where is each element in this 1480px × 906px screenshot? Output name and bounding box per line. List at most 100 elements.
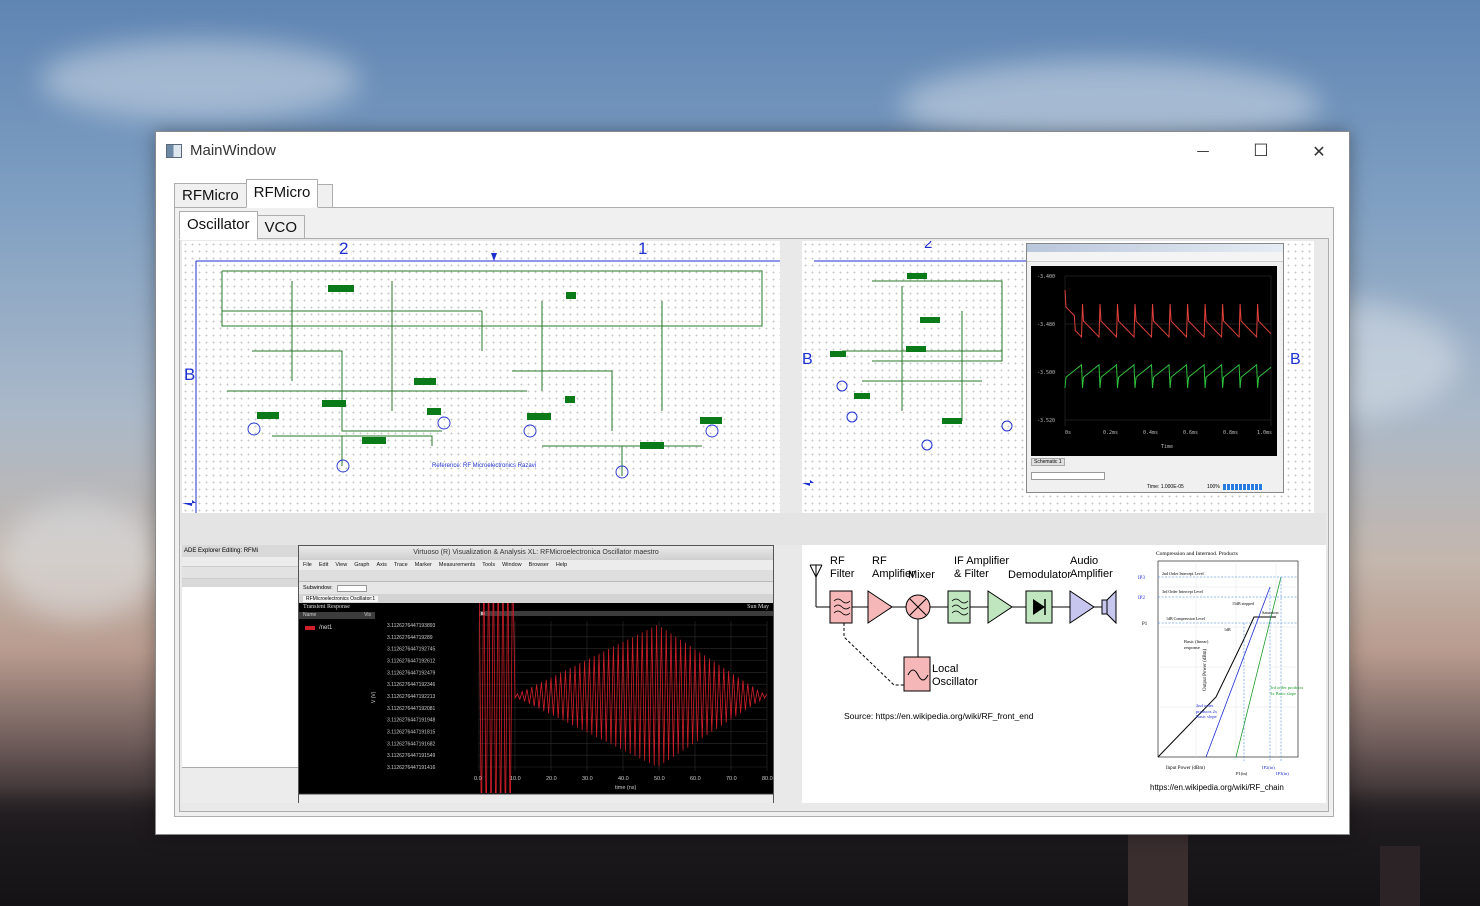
antenna-icon [809,564,830,608]
scope-xlabel: Time [1161,444,1173,450]
menu-trace[interactable]: Trace [394,562,408,568]
label-saturation: Saturation [1262,610,1278,615]
schematic-drawing-left [182,253,780,513]
scope-green-trace [1064,363,1272,389]
menu-tools[interactable]: Tools [482,562,495,568]
title-bar[interactable]: MainWindow — ☐ ✕ [156,132,1349,170]
virtuoso-plot-area: Transient Response Sun May Name Vis /net… [299,603,773,793]
tick-p1-in: P1(in) [1236,771,1248,776]
virtuoso-file-tabs: RFMicroelectronics Oscillator:1 [299,594,773,603]
menu-marker[interactable]: Marker [415,562,432,568]
tab-oscillator[interactable]: Oscillator [179,211,258,240]
virtuoso-waveform: 3.1126276447193893 3.112627644719289 3.112… [371,603,773,793]
y-tick-label: 3.1126276447191549 [387,753,436,759]
menu-graph[interactable]: Graph [354,562,369,568]
schematic-panel-right: 2 B B -3.400 -3.480 -3.500 -3.520 0s 0.2… [802,241,1314,513]
compression-source: https://en.wikipedia.org/wiki/RF_chain [1150,783,1284,792]
schematic-reference: Reference: RF Microelectronics Razavi [432,463,537,469]
y-tick-label: 3.1126276447192346 [387,682,436,688]
tick-ip3-in: IP3(in) [1276,771,1289,776]
scope-titlebar[interactable] [1027,244,1283,252]
scope-ytick: -3.400 [1037,274,1055,280]
scope-menubar[interactable] [1027,252,1283,262]
rf-label-mixer: Mixer [908,569,935,581]
menu-measurements[interactable]: Measurements [439,562,475,568]
virtuoso-panel: ADE Explorer Editing: RFMi Virtuoso (R) … [182,545,774,803]
app-icon [166,144,182,158]
compression-graph: IP3 IP2 P1 2nd Order Intercept Level 3rd… [1138,560,1299,776]
tab-vco[interactable]: VCO [256,215,306,240]
y-tick-label: 3.1126276447192479 [387,670,436,676]
y-tick-label: 3.1126276447192612 [387,659,436,665]
inner-tab-pane: 2 1 B Reference: RF Microelectronics Raz… [179,238,1329,812]
maximize-button[interactable]: ☐ [1232,132,1290,170]
scope-sheet-tab[interactable]: Schematic 1 [1031,458,1065,466]
menu-help[interactable]: Help [556,562,567,568]
tick-ip2: IP2 [1138,596,1145,601]
y-tick-label: 3.1126276447193893 [387,623,436,629]
virtuoso-title: Virtuoso (R) Visualization & Analysis XL… [299,546,773,560]
rf-label-demod: Demodulator [1008,569,1071,581]
y-tick-label: 3.1126276447191416 [387,765,436,771]
if-amplifier-filter-block [947,590,971,624]
scope-ytick: -3.520 [1037,418,1055,424]
x-tick-label: 50.0 [654,776,665,782]
scope-xtick: 0.6ms [1183,430,1198,436]
scope-ytick: -3.500 [1037,370,1055,376]
ade-details-header [182,579,299,587]
menu-view[interactable]: View [335,562,347,568]
scope-input[interactable] [1031,472,1105,480]
scope-red-trace [1064,289,1272,339]
virtuoso-window: Virtuoso (R) Visualization & Analysis XL… [298,545,774,803]
ade-title: ADE Explorer Editing: RFMi [182,545,299,557]
subwindow-select[interactable] [336,584,367,592]
scope-status-time: Time: 1.000E-05 [1147,484,1184,490]
tab-rfmicro-1[interactable]: RFMicro [174,183,247,208]
virtuoso-toolbar[interactable] [299,570,773,582]
scope-window: -3.400 -3.480 -3.500 -3.520 0s 0.2ms 0.4… [1026,243,1284,493]
inner-tab-bar: Oscillator VCO [179,211,306,240]
label-basic-response: Basic (linear) response [1184,639,1209,650]
scope-status-zoom: 100% [1207,484,1220,490]
rf-label-rf-filter: RF Filter [830,555,855,580]
minimize-button[interactable]: — [1174,132,1232,170]
menu-file[interactable]: File [303,562,312,568]
y-axis-output-power: Output Power (dBm) [1203,648,1208,691]
maximize-icon: ☐ [1253,141,1269,161]
schematic-drawing-right [802,260,1032,486]
window-title: MainWindow [190,142,276,159]
x-tick-label: 40.0 [618,776,629,782]
x-axis-input-power: Input Power (dBm) [1166,766,1205,771]
tab-rfmicro-2[interactable]: RFMicro [245,179,319,208]
menu-edit[interactable]: Edit [319,562,328,568]
virtuoso-menubar[interactable]: File Edit View Graph Axis Trace Marker Measurem… [299,560,773,570]
menu-axis[interactable]: Axis [376,562,386,568]
label-15db: 15dB stepped [1232,601,1254,606]
ade-toolbar[interactable] [182,567,299,579]
menu-window[interactable]: Window [502,562,522,568]
main-window: MainWindow — ☐ ✕ RFMicro RFMicro Oscilla… [155,131,1350,835]
scope-xtick: 0s [1065,430,1071,436]
panel-separator [180,513,1326,545]
close-button[interactable]: ✕ [1290,132,1348,170]
virtuoso-file-tab[interactable]: RFMicroelectronics Oscillator:1 [303,595,379,602]
outer-tab-pane: Oscillator VCO 2 1 B Reference: RF Micro… [174,207,1334,817]
compression-plot: Compression and Intermod. Products IP3 I… [1136,547,1306,795]
scope-xtick: 0.4ms [1143,430,1158,436]
rf-label-if-amp: IF Amplifier & Filter [954,555,1010,580]
row-marker-right: B [1290,351,1301,368]
x-tick-label: 10.0 [510,776,521,782]
ade-menubar[interactable] [182,557,299,567]
ade-explorer-window: ADE Explorer Editing: RFMi [182,545,300,803]
scope-xtick: 0.8ms [1223,430,1238,436]
x-tick-label: 30.0 [582,776,593,782]
y-tick-label: 3.1126276447191948 [387,718,436,724]
rf-label-audio: Audio Amplifier [1070,555,1113,580]
y-axis-label: V (V) [371,691,377,703]
menu-browser[interactable]: Browser [529,562,549,568]
tick-p1: P1 [1142,622,1148,627]
y-tick-label: 3.1126276447192081 [387,706,436,712]
label-2nd-order: 2nd order products 2x Basic slope [1196,703,1218,719]
virtuoso-taskbar[interactable] [299,794,773,803]
scope-traces: -3.400 -3.480 -3.500 -3.520 0s 0.2ms 0.4… [1037,274,1272,450]
